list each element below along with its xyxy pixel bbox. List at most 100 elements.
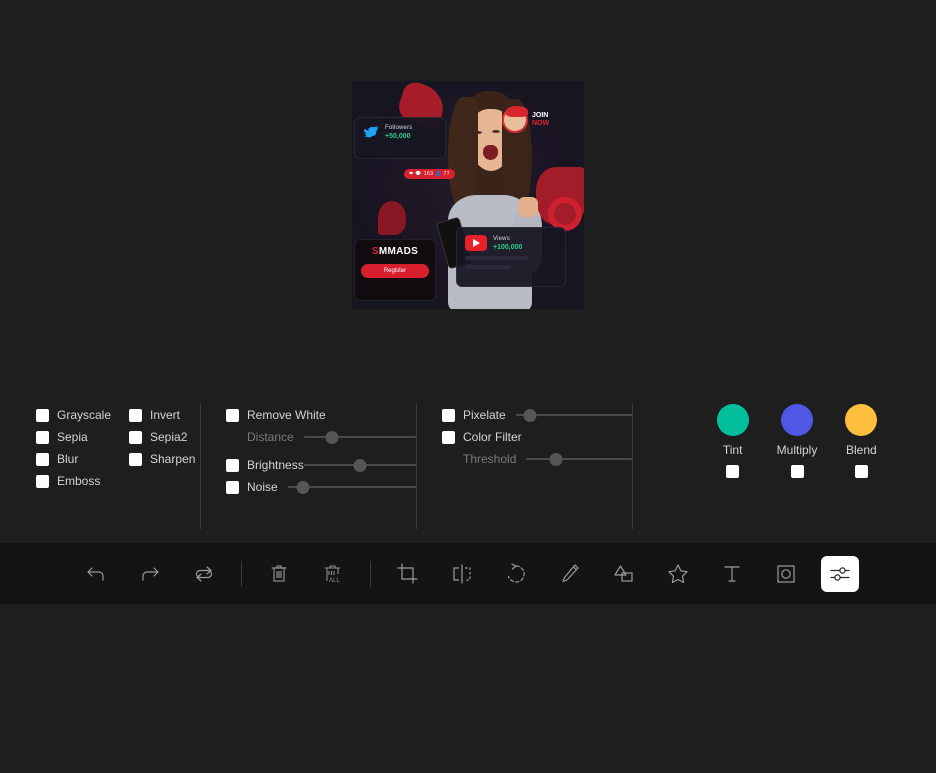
sharpen-checkbox[interactable] xyxy=(129,452,142,466)
sepia2-checkbox[interactable] xyxy=(129,430,142,444)
remove-white-label: Remove White xyxy=(247,408,326,422)
rotate-button[interactable] xyxy=(497,556,535,592)
noise-checkbox[interactable] xyxy=(226,480,239,494)
distance-track xyxy=(303,436,416,438)
sepia-label: Sepia xyxy=(57,430,88,444)
threshold-knob[interactable] xyxy=(549,452,563,466)
grayscale-checkbox[interactable] xyxy=(36,408,49,422)
filter-slider-group-2: Pixelate Color Filter Threshold xyxy=(417,404,632,529)
blend-color-swatch[interactable] xyxy=(845,404,878,436)
avatar xyxy=(502,106,528,133)
tint-checkbox[interactable] xyxy=(726,465,740,478)
delete-all-button[interactable]: ALL xyxy=(314,556,352,592)
swatch-blend: Blend xyxy=(845,404,878,529)
editor-toolbar: ALL xyxy=(0,543,936,604)
threshold-slider[interactable] xyxy=(526,452,632,466)
brightness-slider[interactable] xyxy=(303,458,416,472)
color-filter-checkbox[interactable] xyxy=(442,430,455,444)
emboss-label: Emboss xyxy=(57,474,101,488)
followers-card: Followers +50,000 xyxy=(354,117,446,159)
eye-right xyxy=(492,130,500,133)
filter-grayscale[interactable]: Grayscale xyxy=(36,404,129,426)
brightness-checkbox[interactable] xyxy=(226,458,239,472)
join-line-2: NOW xyxy=(532,120,550,127)
sepia2-label: Sepia2 xyxy=(150,430,188,444)
filter-button[interactable] xyxy=(821,555,859,592)
followers-value: +50,000 xyxy=(385,133,411,140)
pixelate-checkbox[interactable] xyxy=(442,408,455,422)
decor-ring xyxy=(548,197,582,231)
pixelate-label: Pixelate xyxy=(463,408,506,422)
followers-label: Followers xyxy=(385,125,413,131)
noise-knob[interactable] xyxy=(296,480,310,494)
editor-image[interactable]: ❤ 💬 163 👤 77 Followers +50,000 Views +10… xyxy=(352,81,584,309)
filter-distance[interactable]: Distance xyxy=(226,426,416,448)
pixelate-slider[interactable] xyxy=(515,408,632,422)
youtube-icon xyxy=(465,235,487,251)
undo-button[interactable] xyxy=(77,556,115,592)
flip-button[interactable] xyxy=(443,556,481,592)
tint-color-swatch[interactable] xyxy=(716,404,749,436)
blend-checkbox[interactable] xyxy=(854,465,868,478)
join-line-1: JOIN xyxy=(532,112,549,120)
color-filter-label: Color Filter xyxy=(463,430,522,444)
delete-all-badge: ALL xyxy=(329,578,340,584)
swatch-tint: Tint xyxy=(716,404,749,529)
color-swatch-group: Tint Multiply Blend xyxy=(633,404,936,529)
multiply-checkbox[interactable] xyxy=(790,465,804,478)
canvas-area[interactable]: ❤ 💬 163 👤 77 Followers +50,000 Views +10… xyxy=(0,0,936,390)
filter-slider-group-1: Remove White Distance Brightness Noise xyxy=(201,404,416,529)
filter-noise[interactable]: Noise xyxy=(226,476,416,498)
sepia-checkbox[interactable] xyxy=(36,430,49,444)
filter-panel: Grayscale Invert Sepia Sepia2 Blur Sharp… xyxy=(0,390,936,543)
invert-label: Invert xyxy=(150,408,181,422)
remove-white-checkbox[interactable] xyxy=(226,408,239,422)
invert-checkbox[interactable] xyxy=(129,408,142,422)
filter-color-filter[interactable]: Color Filter xyxy=(442,426,632,448)
mouth xyxy=(483,145,498,160)
noise-label: Noise xyxy=(247,480,278,494)
views-value: +100,000 xyxy=(493,243,523,251)
redo-button[interactable] xyxy=(131,556,169,592)
filter-blur[interactable]: Blur xyxy=(36,448,129,470)
filter-brightness[interactable]: Brightness xyxy=(226,454,416,476)
filter-sepia[interactable]: Sepia xyxy=(36,426,129,448)
text-button[interactable] xyxy=(713,556,751,592)
draw-button[interactable] xyxy=(551,556,589,592)
brand-logo-s: S xyxy=(371,246,379,257)
shape-button[interactable] xyxy=(605,556,643,592)
distance-knob[interactable] xyxy=(325,430,339,444)
sharpen-label: Sharpen xyxy=(150,452,196,466)
notification-badge: ❤ 💬 163 👤 77 xyxy=(404,169,455,179)
blur-checkbox[interactable] xyxy=(36,452,49,466)
distance-label: Distance xyxy=(247,430,294,444)
filter-emboss[interactable]: Emboss xyxy=(36,470,129,492)
mask-button[interactable] xyxy=(767,556,805,592)
filter-checkbox-group: Grayscale Invert Sepia Sepia2 Blur Sharp… xyxy=(0,404,200,529)
placeholder-line-1 xyxy=(465,256,530,260)
join-now-badge: JOIN NOW xyxy=(502,106,550,133)
multiply-label: Multiply xyxy=(776,443,818,457)
distance-slider[interactable] xyxy=(303,430,416,444)
twitter-icon xyxy=(363,126,379,138)
noise-slider[interactable] xyxy=(287,480,416,494)
emboss-checkbox[interactable] xyxy=(36,474,49,488)
brand-logo: SMMADS xyxy=(361,246,429,257)
filter-threshold[interactable]: Threshold xyxy=(442,448,632,470)
decor-shape-3 xyxy=(378,201,406,235)
image-editor-app: ❤ 💬 163 👤 77 Followers +50,000 Views +10… xyxy=(0,0,936,773)
views-card: Views +100,000 xyxy=(456,227,566,287)
brand-logo-rest: MMADS xyxy=(378,246,419,257)
pixelate-knob[interactable] xyxy=(523,408,537,422)
crop-button[interactable] xyxy=(389,556,427,592)
icon-button[interactable] xyxy=(659,556,697,592)
filter-pixelate[interactable]: Pixelate xyxy=(442,404,632,426)
reset-button[interactable] xyxy=(185,556,223,592)
brightness-knob[interactable] xyxy=(353,458,367,472)
multiply-color-swatch[interactable] xyxy=(781,404,813,436)
tint-label: Tint xyxy=(722,443,743,457)
filter-remove-white[interactable]: Remove White xyxy=(226,404,416,426)
swatch-multiply: Multiply xyxy=(776,404,818,529)
footer-area xyxy=(0,604,936,773)
delete-button[interactable] xyxy=(260,556,298,592)
